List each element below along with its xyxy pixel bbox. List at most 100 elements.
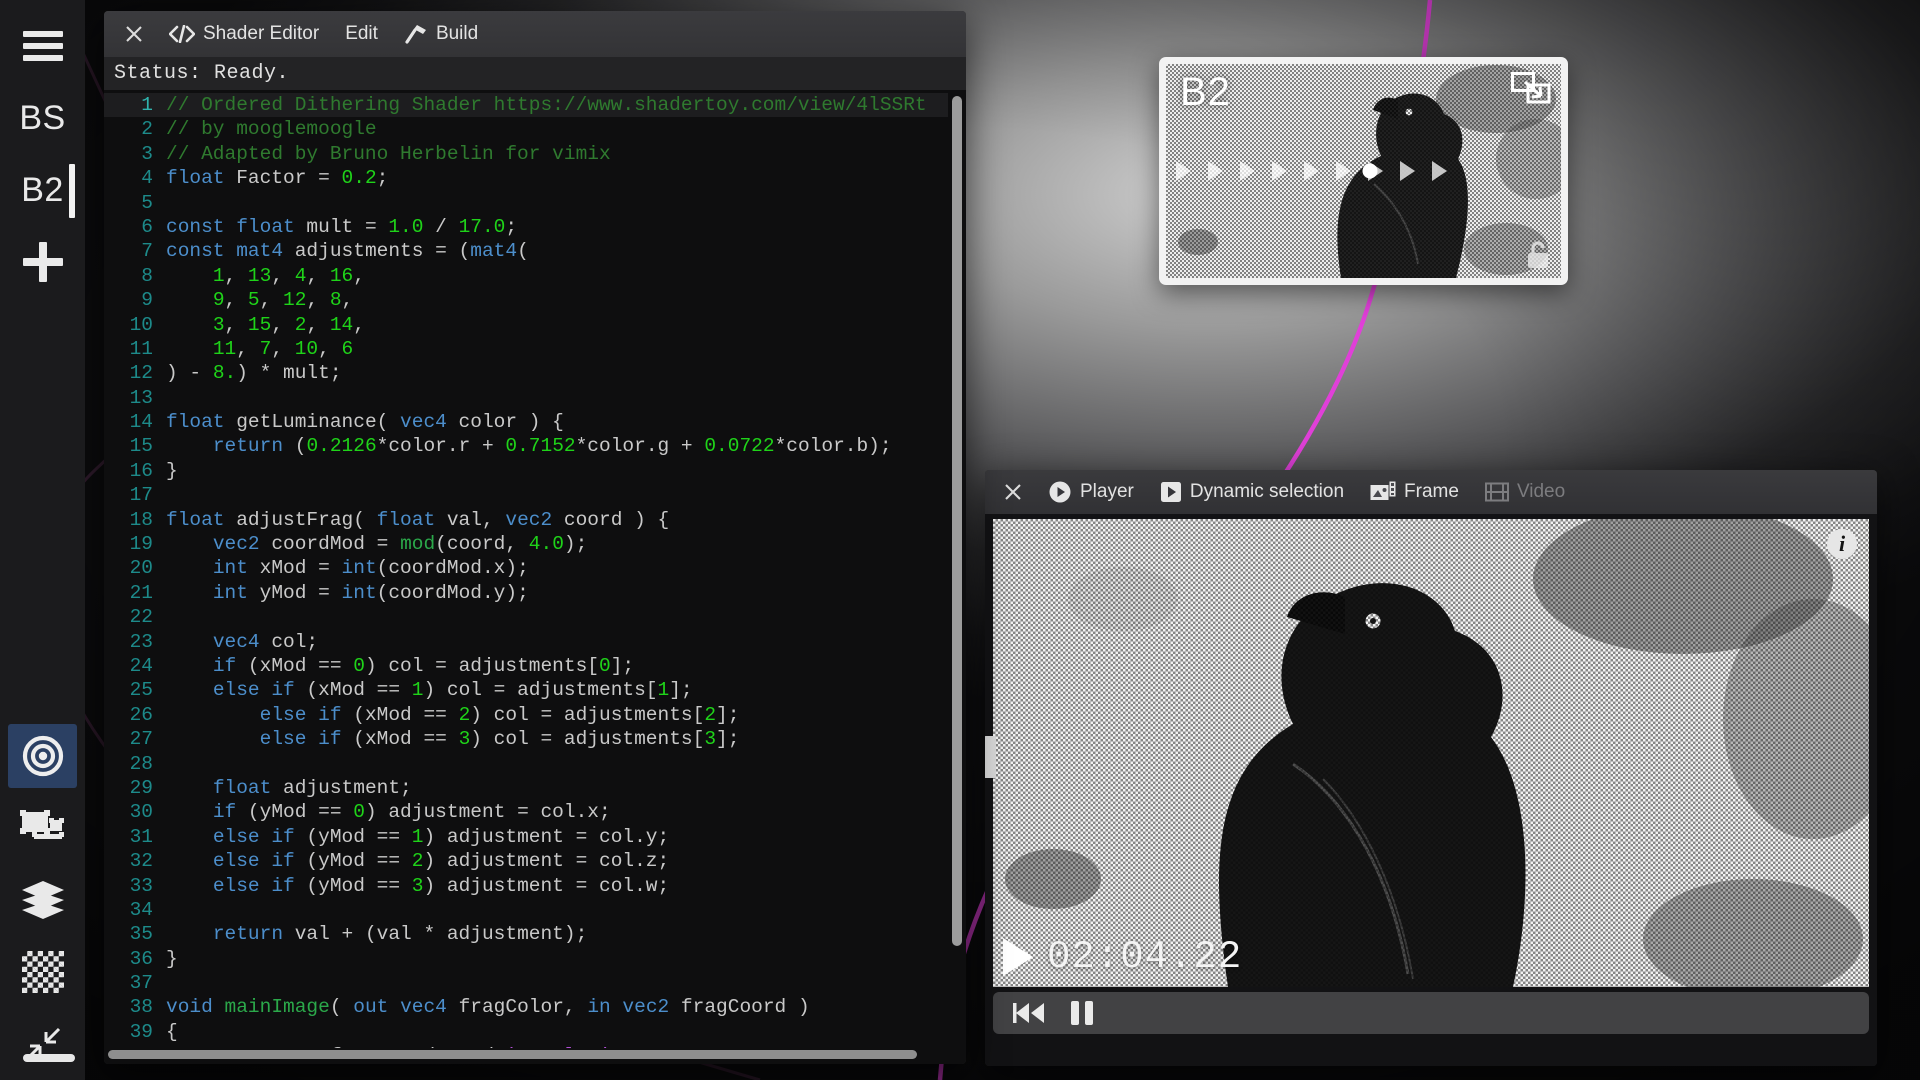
code-line[interactable]: 9 9, 5, 12, 8, bbox=[104, 288, 948, 312]
code-editor-region[interactable]: 1 // Ordered Dithering Shader https://www… bbox=[104, 90, 966, 1064]
code-line[interactable]: 26 else if (xMod == 2) col = adjustments… bbox=[104, 703, 948, 727]
menu-edit[interactable]: Edit bbox=[332, 11, 391, 57]
code-line-text: vec2 coordMod = mod(coord, 4.0); bbox=[212, 533, 588, 556]
menu-build[interactable]: Build bbox=[391, 11, 491, 57]
rewind-button[interactable] bbox=[1013, 1000, 1047, 1026]
player-window[interactable]: Player Dynamic selection Frame Video i 0… bbox=[985, 470, 1877, 1066]
transport-controls[interactable] bbox=[993, 992, 1869, 1034]
code-line-number: 32 bbox=[129, 850, 153, 873]
code-line[interactable]: 12) - 8.) * mult; bbox=[104, 361, 948, 385]
code-line-text: void mainImage( out vec4 fragColor, in v… bbox=[166, 996, 810, 1019]
code-line-number: 30 bbox=[129, 801, 153, 824]
code-line[interactable]: 14 float getLuminance( vec4 color ) { bbox=[104, 410, 948, 434]
video-preview[interactable]: i 02:04.22 bbox=[993, 519, 1869, 987]
code-line[interactable]: 21 int yMod = int(coordMod.y); bbox=[104, 581, 948, 605]
code-line[interactable]: 31 else if (yMod == 1) adjustment = col.… bbox=[104, 825, 948, 849]
code-line-text: else if (xMod == 2) col = adjustments[2]… bbox=[259, 703, 740, 726]
checkerboard-icon bbox=[21, 951, 64, 993]
code-line[interactable]: 40 vec2 uv = fragCoord.xy / iResolution.… bbox=[104, 1044, 948, 1048]
code-line[interactable]: 24 if (xMod == 0) col = adjustments[0]; bbox=[104, 654, 948, 678]
code-line[interactable]: 7 const mat4 adjustments = (mat4( bbox=[104, 239, 948, 263]
code-line[interactable]: 37 bbox=[104, 971, 948, 995]
code-line[interactable]: 36} bbox=[104, 947, 948, 971]
code-line-number: 21 bbox=[129, 581, 153, 604]
source-thumbnail-card-b2[interactable]: B2 bbox=[1159, 57, 1568, 285]
code-line[interactable]: 3 // Adapted by Bruno Herbelin for vimix bbox=[104, 142, 948, 166]
code-line-text: 11, 7, 10, 6 bbox=[212, 337, 354, 360]
code-editor-text[interactable]: 1 // Ordered Dithering Shader https://www… bbox=[104, 90, 948, 1048]
selection-indicator bbox=[69, 164, 75, 218]
filmstrip-icon bbox=[1484, 482, 1509, 502]
code-line-text: vec2 uv = fragCoord.xy / iResolution.xy; bbox=[166, 1044, 681, 1048]
code-vertical-scrollbar[interactable] bbox=[952, 96, 962, 1038]
code-line-number: 34 bbox=[129, 898, 153, 921]
player-titlebar[interactable]: Player Dynamic selection Frame Video bbox=[985, 470, 1877, 514]
code-line[interactable]: 11 11, 7, 10, 6 bbox=[104, 337, 948, 361]
source-playhead-dot[interactable] bbox=[1362, 163, 1378, 179]
code-line[interactable]: 20 int xMod = int(coordMod.x); bbox=[104, 556, 948, 580]
sidebar-item-texture-view[interactable] bbox=[0, 936, 85, 1008]
code-line[interactable]: 2 // by mooglemoogle bbox=[104, 117, 948, 141]
sidebar-item-mixing-view[interactable] bbox=[0, 720, 85, 792]
add-session-button[interactable] bbox=[0, 226, 85, 298]
code-line-text: const mat4 adjustments = (mat4( bbox=[166, 240, 529, 263]
sidebar-item-bs[interactable]: BS bbox=[0, 82, 85, 154]
target-icon bbox=[22, 735, 63, 777]
source-preview-image[interactable]: B2 bbox=[1166, 64, 1561, 278]
code-line[interactable]: 28 bbox=[104, 752, 948, 776]
menu-button[interactable] bbox=[0, 10, 85, 82]
close-player-button[interactable] bbox=[995, 470, 1035, 515]
code-line[interactable]: 35 return val + (val * adjustment); bbox=[104, 922, 948, 946]
shader-editor-titlebar[interactable]: Shader Editor Edit Build bbox=[104, 11, 966, 57]
code-line[interactable]: 15 return (0.2126*color.r + 0.7152*color… bbox=[104, 434, 948, 458]
shader-status-bar: Status: Ready. bbox=[104, 57, 966, 90]
clone-source-icon[interactable] bbox=[1511, 72, 1551, 106]
sidebar-resize-grip[interactable] bbox=[23, 1054, 75, 1062]
tab-frame[interactable]: Frame bbox=[1357, 470, 1472, 515]
code-line[interactable]: 17 bbox=[104, 483, 948, 507]
code-line[interactable]: 38 void mainImage( out vec4 fragColor, in… bbox=[104, 995, 948, 1019]
code-line[interactable]: 33 else if (yMod == 3) adjustment = col.… bbox=[104, 874, 948, 898]
code-line[interactable]: 25 else if (xMod == 1) col = adjustments… bbox=[104, 678, 948, 702]
code-line[interactable]: 30 if (yMod == 0) adjustment = col.x; bbox=[104, 800, 948, 824]
code-line[interactable]: 13 bbox=[104, 386, 948, 410]
tab-player-label: Player bbox=[1080, 481, 1134, 502]
code-line[interactable]: 5 bbox=[104, 191, 948, 215]
tab-dynamic-selection[interactable]: Dynamic selection bbox=[1147, 470, 1357, 515]
info-icon[interactable]: i bbox=[1827, 529, 1857, 559]
sidebar-item-geometry-view[interactable] bbox=[0, 792, 85, 864]
code-line[interactable]: 19 vec2 coordMod = mod(coord, 4.0); bbox=[104, 532, 948, 556]
pause-button[interactable] bbox=[1071, 1001, 1093, 1025]
code-line[interactable]: 4 float Factor = 0.2; bbox=[104, 166, 948, 190]
code-line[interactable]: 32 else if (yMod == 2) adjustment = col.… bbox=[104, 849, 948, 873]
unlock-icon[interactable] bbox=[1525, 240, 1551, 270]
session-label-bs: BS bbox=[19, 98, 66, 137]
code-line[interactable]: 22 bbox=[104, 605, 948, 629]
code-line[interactable]: 39 { bbox=[104, 1020, 948, 1044]
close-shader-editor-button[interactable] bbox=[116, 11, 156, 57]
code-line[interactable]: 8 1, 13, 4, 16, bbox=[104, 264, 948, 288]
shader-editor-window[interactable]: Shader Editor Edit Build Status: Ready. … bbox=[104, 11, 966, 1064]
code-line-number: 6 bbox=[141, 215, 153, 238]
code-line-number: 35 bbox=[129, 923, 153, 946]
sidebar-item-b2[interactable]: B2 bbox=[0, 154, 85, 226]
code-line-number: 4 bbox=[141, 167, 153, 190]
code-line[interactable]: 10 3, 15, 2, 14, bbox=[104, 313, 948, 337]
code-line[interactable]: 1 // Ordered Dithering Shader https://www… bbox=[104, 93, 948, 118]
code-line[interactable]: 23 vec4 col; bbox=[104, 630, 948, 654]
code-horizontal-scroll-thumb[interactable] bbox=[108, 1050, 917, 1059]
code-line[interactable]: 27 else if (xMod == 3) col = adjustments… bbox=[104, 727, 948, 751]
code-line-text: return (0.2126*color.r + 0.7152*color.g … bbox=[212, 435, 892, 458]
code-line[interactable]: 18 float adjustFrag( float val, vec2 coor… bbox=[104, 508, 948, 532]
sidebar-item-collapse[interactable] bbox=[0, 1008, 85, 1080]
code-line[interactable]: 6 const float mult = 1.0 / 17.0; bbox=[104, 215, 948, 239]
seek-handle[interactable] bbox=[985, 736, 996, 778]
code-horizontal-scrollbar[interactable] bbox=[108, 1050, 942, 1059]
code-line[interactable]: 16} bbox=[104, 459, 948, 483]
tab-player[interactable]: Player bbox=[1035, 470, 1147, 515]
code-line[interactable]: 29 float adjustment; bbox=[104, 776, 948, 800]
tab-video[interactable]: Video bbox=[1472, 470, 1578, 515]
code-line[interactable]: 34 bbox=[104, 898, 948, 922]
sidebar-item-layers-view[interactable] bbox=[0, 864, 85, 936]
code-vertical-scroll-thumb[interactable] bbox=[952, 96, 962, 946]
